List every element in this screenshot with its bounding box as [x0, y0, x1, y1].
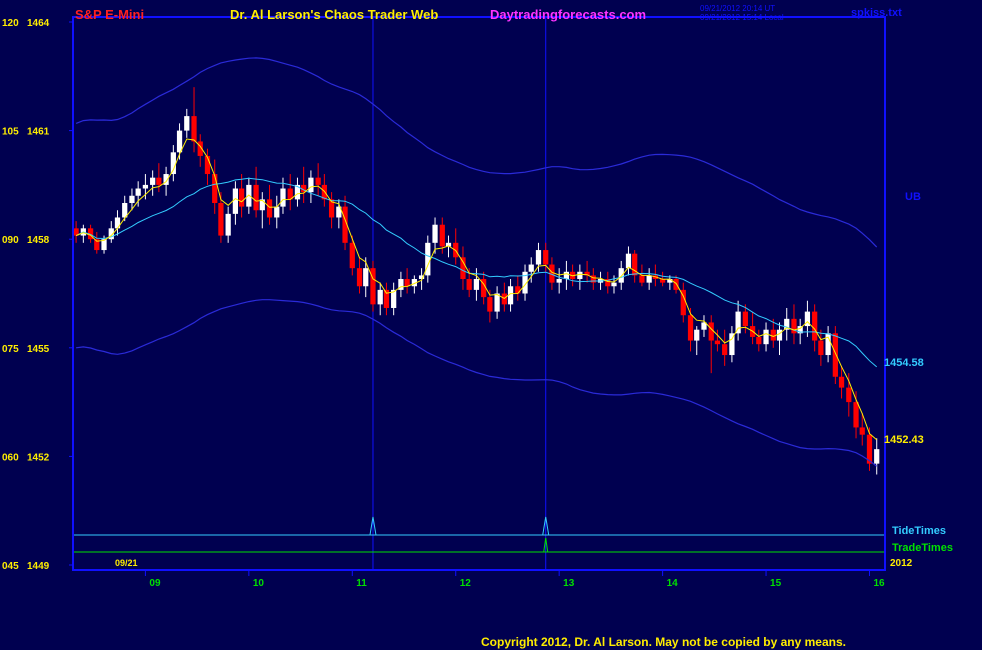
x-tick-label: 11: [356, 578, 367, 589]
date-label: 09/21: [115, 558, 138, 568]
candle-body: [238, 188, 245, 207]
candle-body: [225, 213, 231, 236]
ub-label: UB: [905, 191, 921, 203]
candle-body: [212, 174, 218, 203]
candle-body: [528, 264, 534, 272]
y-tick-price: 1452: [27, 452, 50, 463]
candle-body: [853, 402, 859, 428]
candle-body: [308, 177, 314, 193]
y-tick-code: 120: [2, 18, 19, 29]
x-tick-label: 13: [563, 578, 575, 589]
y-tick-price: 1458: [27, 235, 50, 246]
candle-body: [274, 206, 280, 218]
candle-body: [142, 184, 149, 189]
candle-body: [377, 289, 383, 305]
candle-body: [232, 188, 239, 214]
time-utc: 09/21/2012 20:14 UT: [700, 4, 775, 13]
candle-body: [735, 311, 741, 334]
candle-body: [280, 188, 286, 207]
year-label: 2012: [890, 558, 913, 569]
candle-body: [129, 195, 135, 203]
y-tick-price: 1449: [27, 561, 50, 572]
candle-body: [756, 336, 762, 345]
candle-body: [859, 427, 865, 435]
y-tick-code: 075: [2, 344, 19, 355]
candle-body: [191, 116, 197, 142]
candle-body: [156, 177, 162, 185]
candle-body: [515, 286, 521, 294]
candle-body: [473, 279, 480, 290]
candle-body: [363, 268, 369, 287]
fast-value-label: 1452.43: [884, 434, 924, 446]
candle-body: [625, 253, 632, 269]
candle-body: [266, 199, 273, 218]
candle-body: [349, 242, 355, 269]
y-tick-code: 090: [2, 235, 19, 246]
candle-body: [832, 333, 838, 377]
x-tick-label: 15: [770, 578, 782, 589]
x-tick-label: 10: [253, 578, 265, 589]
copyright: Copyright 2012, Dr. Al Larson. May not b…: [481, 635, 846, 649]
candle-body: [439, 224, 445, 247]
candle-body: [356, 268, 363, 287]
candle-body: [543, 250, 549, 265]
candle-body: [694, 329, 700, 341]
candle-body: [812, 311, 818, 341]
site-label: Daytradingforecasts.com: [490, 7, 646, 22]
mid-value-label: 1454.58: [884, 357, 924, 369]
candle-body: [577, 271, 583, 280]
candle-body: [563, 271, 570, 280]
y-tick-price: 1464: [27, 18, 50, 29]
trade-times-label: TradeTimes: [892, 542, 953, 554]
y-tick-code: 060: [2, 452, 19, 463]
candle-body: [776, 329, 783, 341]
candle-body: [556, 279, 562, 283]
candle-body: [404, 279, 410, 287]
candle-body: [218, 203, 224, 236]
file-label: spkiss.txt: [851, 7, 902, 19]
candle-body: [611, 282, 617, 287]
candle-body: [315, 177, 321, 185]
candle-body: [176, 130, 183, 153]
candle-body: [494, 293, 500, 312]
candle-body: [150, 177, 156, 185]
chart-title: Dr. Al Larson's Chaos Trader Web: [230, 7, 438, 22]
x-tick-label: 09: [149, 578, 161, 589]
candle-body: [253, 184, 259, 211]
candle-body: [114, 217, 121, 229]
candle-body: [432, 224, 438, 243]
candle-body: [742, 311, 748, 327]
candle-body: [487, 297, 493, 312]
candle-body: [714, 340, 721, 345]
time-local: 09/21/2012 15:14 Local: [700, 13, 784, 22]
candle-body: [687, 315, 694, 341]
candle-body: [246, 184, 252, 207]
candle-body: [874, 449, 880, 464]
candle-body: [708, 322, 714, 341]
candle-body: [646, 275, 652, 283]
candle-body: [184, 116, 190, 131]
y-tick-code: 105: [2, 127, 19, 138]
y-tick-price: 1455: [27, 344, 50, 355]
candle-body: [846, 387, 852, 403]
candle-body: [673, 279, 679, 290]
x-tick-label: 16: [873, 578, 885, 589]
candle-body: [460, 257, 466, 280]
tide-times-label: TideTimes: [892, 525, 946, 537]
x-tick-label: 14: [667, 578, 679, 589]
candle-body: [818, 340, 824, 356]
candle-body: [466, 279, 472, 290]
y-tick-price: 1461: [27, 127, 50, 138]
candle-body: [618, 268, 624, 283]
candle-body: [135, 188, 141, 196]
candle-body: [639, 275, 645, 283]
x-tick-label: 12: [460, 578, 472, 589]
candle-body: [763, 329, 769, 345]
instrument-label: S&P E-Mini: [75, 7, 144, 22]
y-tick-code: 045: [2, 561, 19, 572]
candle-body: [838, 376, 845, 388]
candle-body: [535, 250, 542, 265]
candle-body: [722, 344, 728, 356]
chart: 120 1464 105 1461 090 1458 075 1455 060 1452 045 14…: [0, 0, 982, 650]
